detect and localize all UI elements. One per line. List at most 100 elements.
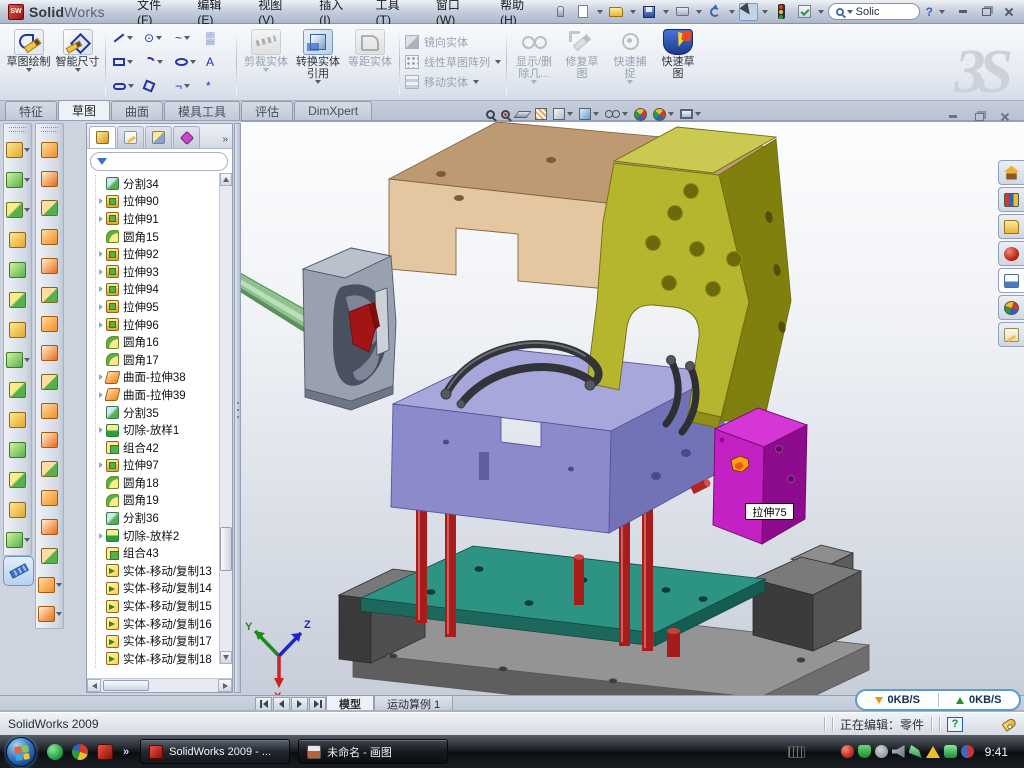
- solidworks-resources-tab[interactable]: [998, 160, 1024, 185]
- audio-tray-icon[interactable]: [892, 745, 905, 758]
- tree-item[interactable]: 分割34: [96, 175, 218, 193]
- doc-minimize-button[interactable]: [944, 110, 962, 123]
- replace-face-button[interactable]: [41, 483, 58, 512]
- smart-dimension-dropdown[interactable]: [75, 68, 81, 72]
- apply-scene-button[interactable]: [651, 105, 676, 124]
- expand-arrow-icon[interactable]: [96, 322, 105, 328]
- arc-tool[interactable]: [140, 50, 171, 74]
- tree-item[interactable]: 实体-移动/复制16: [96, 615, 218, 633]
- expand-arrow-icon[interactable]: [96, 286, 105, 292]
- antivirus-tray-icon[interactable]: [841, 745, 854, 758]
- expand-arrow-icon[interactable]: [96, 374, 105, 380]
- zoom-to-area-button[interactable]: [499, 105, 512, 124]
- slot-tool[interactable]: [109, 74, 140, 98]
- graphics-viewport[interactable]: Y Z X 拉伸75: [241, 121, 1024, 695]
- tree-item[interactable]: 圆角19: [96, 492, 218, 510]
- tree-item[interactable]: 分割36: [96, 509, 218, 527]
- tree-item[interactable]: 拉伸93: [96, 263, 218, 281]
- rectangle-tool[interactable]: [109, 50, 140, 74]
- appearances-scenes-tab[interactable]: [998, 295, 1024, 320]
- new-document-button[interactable]: [574, 3, 593, 21]
- linear-pattern-button[interactable]: [6, 345, 30, 375]
- file-explorer-tab[interactable]: [998, 214, 1024, 239]
- featuremanager-tree-tab[interactable]: [89, 126, 116, 148]
- panel-splitter[interactable]: [234, 123, 241, 693]
- sketch-fillet-dropdown[interactable]: [184, 84, 190, 88]
- expand-arrow-icon[interactable]: [96, 251, 105, 257]
- curve-button[interactable]: [6, 525, 30, 555]
- tree-item[interactable]: 拉伸94: [96, 281, 218, 299]
- thicken-button[interactable]: [41, 512, 58, 541]
- zoom-to-fit-button[interactable]: [484, 105, 497, 124]
- update-tray-icon[interactable]: [875, 745, 888, 758]
- box-select-tool[interactable]: ▒: [202, 26, 233, 50]
- keyboard-layout-icon[interactable]: [788, 746, 805, 758]
- offset-surface-button[interactable]: [41, 280, 58, 309]
- extruded-cut-dropdown[interactable]: [24, 178, 30, 182]
- revolved-surface-button[interactable]: [41, 164, 58, 193]
- warning-tray-icon[interactable]: [926, 746, 940, 758]
- view-orientation-dropdown[interactable]: [593, 112, 599, 116]
- toolbar-grip[interactable]: [9, 127, 26, 132]
- tree-item[interactable]: 拉伸96: [96, 316, 218, 334]
- move-copy-body-button[interactable]: [9, 495, 26, 525]
- custom-properties-tab[interactable]: [998, 322, 1024, 347]
- view-palette-tab[interactable]: [998, 268, 1024, 293]
- select-dropdown[interactable]: [762, 10, 768, 14]
- tag-icon[interactable]: [1002, 717, 1018, 732]
- expand-arrow-icon[interactable]: [96, 427, 105, 433]
- print-button[interactable]: [673, 3, 692, 21]
- first-tab-button[interactable]: [255, 697, 272, 711]
- model-nozzle-assembly[interactable]: [241, 248, 396, 410]
- revolved-cut-button[interactable]: [9, 285, 26, 315]
- smart-dimension-button[interactable]: 智能尺寸: [53, 26, 102, 98]
- freeform-dropdown[interactable]: [56, 583, 62, 587]
- configuration-manager-tab[interactable]: [145, 126, 172, 148]
- close-button[interactable]: [999, 4, 1019, 20]
- extruded-cut-button[interactable]: [6, 165, 30, 195]
- options-dropdown[interactable]: [818, 10, 824, 14]
- curve-dropdown[interactable]: [24, 538, 30, 542]
- tab-特征[interactable]: 特征: [5, 101, 57, 120]
- ellipse-tool[interactable]: [171, 50, 202, 74]
- filled-surface-button[interactable]: [41, 541, 58, 570]
- tree-item[interactable]: 圆角16: [96, 333, 218, 351]
- expand-arrow-icon[interactable]: [96, 304, 105, 310]
- extend-surface-button[interactable]: [41, 367, 58, 396]
- taskbar-window-2[interactable]: 未命名 - 画图: [298, 739, 448, 764]
- sketch-fillet-tool[interactable]: ¬: [171, 74, 202, 98]
- tree-item[interactable]: 拉伸97: [96, 457, 218, 475]
- measure-tool-button-pressed[interactable]: [3, 556, 34, 586]
- line-tool[interactable]: [109, 26, 140, 50]
- media-quicklaunch-button[interactable]: [70, 743, 89, 761]
- extruded-boss-dropdown[interactable]: [24, 148, 30, 152]
- extruded-surface-button[interactable]: [41, 135, 58, 164]
- last-tab-button[interactable]: [309, 697, 326, 711]
- start-button[interactable]: [6, 737, 36, 767]
- sketch-text-tool[interactable]: A: [202, 50, 233, 74]
- expand-arrow-icon[interactable]: [96, 198, 105, 204]
- tree-vertical-scrollbar[interactable]: [219, 173, 232, 664]
- knit-surface-button[interactable]: [41, 338, 58, 367]
- delete-face-button[interactable]: [41, 454, 58, 483]
- linear-pattern-dropdown[interactable]: [24, 358, 30, 362]
- slot-dropdown[interactable]: [128, 84, 134, 88]
- surface-curve-dropdown[interactable]: [56, 612, 62, 616]
- trim-surface-button[interactable]: [41, 396, 58, 425]
- expand-arrow-icon[interactable]: [96, 392, 105, 398]
- tree-horizontal-scrollbar[interactable]: [87, 678, 232, 692]
- open-dropdown[interactable]: [630, 10, 636, 14]
- split-button[interactable]: [9, 405, 26, 435]
- model-right-rail-block[interactable]: [753, 545, 861, 651]
- help-dropdown[interactable]: [939, 10, 945, 14]
- tree-item[interactable]: 组合43: [96, 544, 218, 562]
- view-orientation-button[interactable]: [577, 105, 601, 124]
- section-view-button[interactable]: [514, 105, 531, 124]
- phone-tray-icon[interactable]: [909, 745, 922, 758]
- security-plus-tray-icon[interactable]: [944, 745, 957, 758]
- search-scope-dropdown[interactable]: [847, 10, 853, 14]
- tree-item[interactable]: 拉伸92: [96, 245, 218, 263]
- panel-overflow-button[interactable]: »: [222, 134, 230, 148]
- convert-button[interactable]: 转换实体引用: [292, 26, 344, 98]
- hide-show-items-dropdown[interactable]: [622, 112, 628, 116]
